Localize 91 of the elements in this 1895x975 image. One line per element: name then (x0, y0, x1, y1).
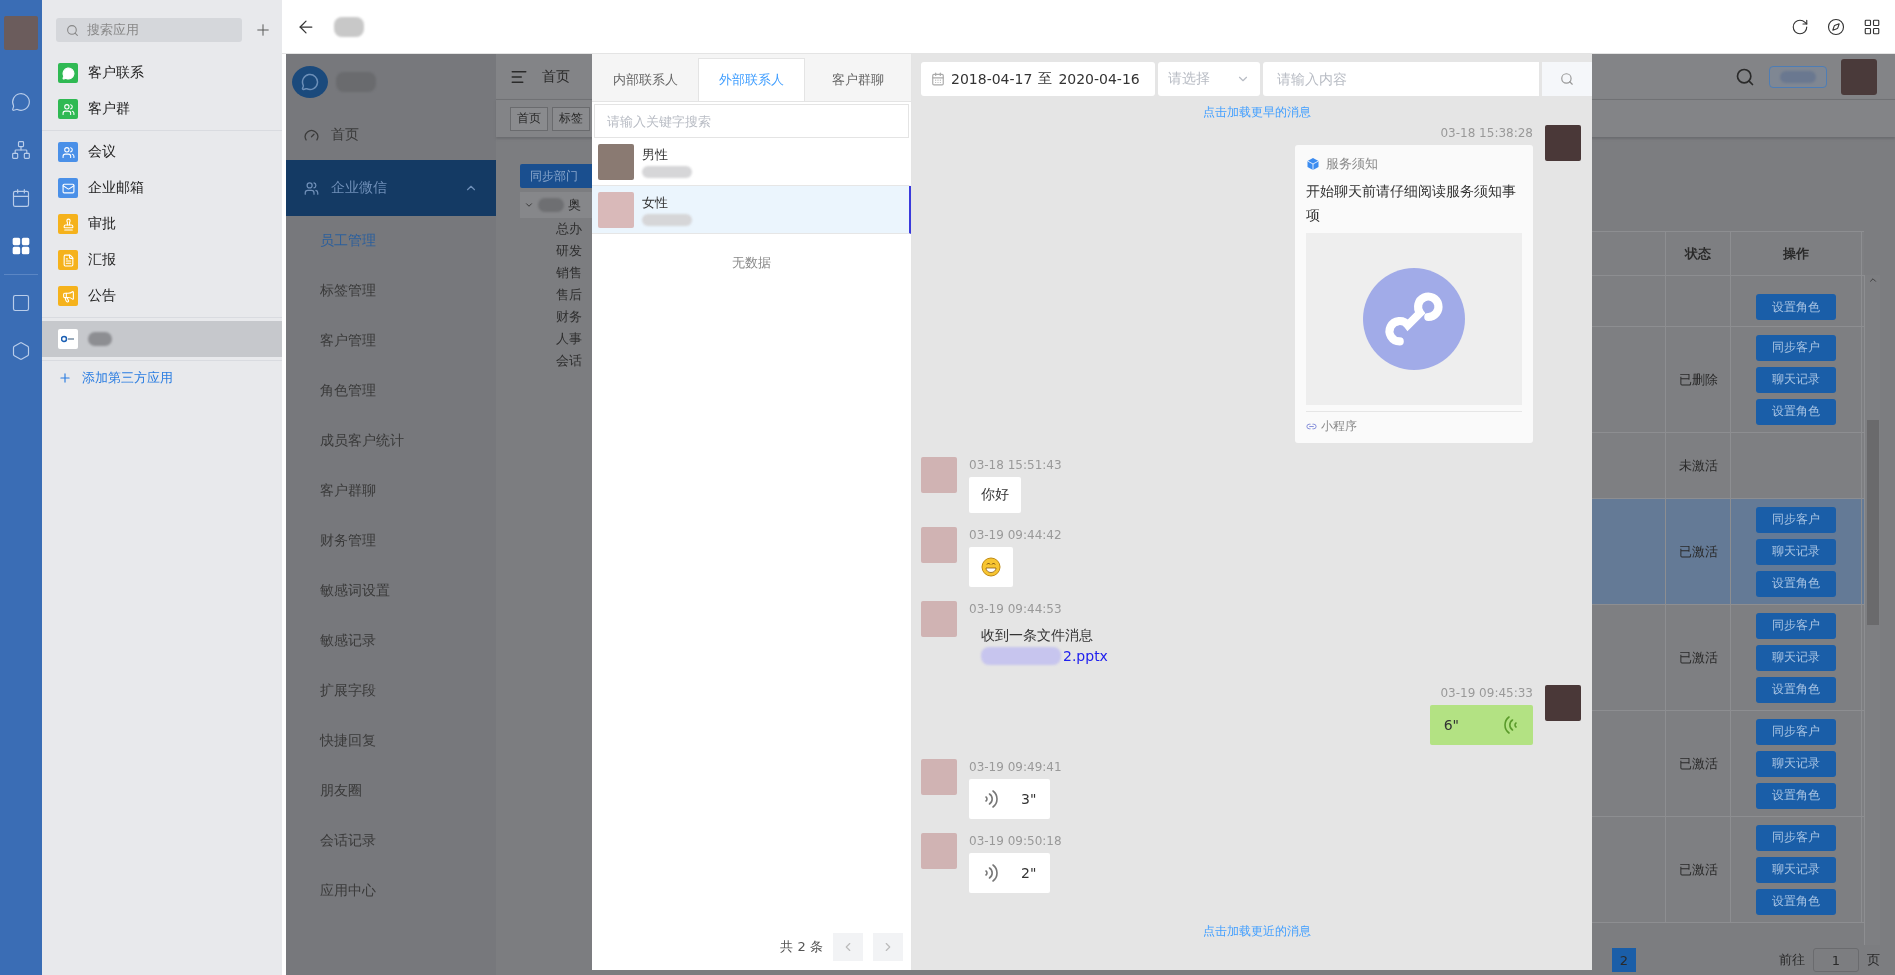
load-later-link[interactable]: 点击加载更近的消息 (1202, 923, 1311, 940)
page-input[interactable]: 1 (1813, 948, 1859, 972)
message-time: 03-19 09:49:41 (969, 759, 1062, 775)
action-button[interactable]: 同步客户 (1756, 334, 1836, 361)
card-title: 服务须知 (1326, 155, 1378, 173)
sidebar-item[interactable]: 会话记录 (286, 816, 496, 866)
status-cell: 已删除 (1666, 327, 1731, 432)
sync-button[interactable]: 同步部门 (520, 164, 592, 188)
status-cell: 已激活 (1666, 605, 1731, 710)
load-earlier-link[interactable]: 点击加载更早的消息 (1202, 104, 1311, 121)
input-field[interactable]: 请输入内容 (1263, 62, 1539, 96)
app-item[interactable]: 汇报 (42, 242, 282, 278)
search-field[interactable]: 搜索应用 (56, 18, 242, 42)
message-time: 03-18 15:51:43 (969, 457, 1062, 473)
sidebar-item[interactable]: 成员客户统计 (286, 416, 496, 466)
voice-message[interactable]: 6" (1429, 705, 1533, 745)
mini-program-card[interactable]: 服务须知 开始聊天前请仔细阅读服务须知事项 小程序 (1295, 145, 1533, 443)
breadcrumb: 首页 (542, 67, 570, 86)
tree-node[interactable]: 总办 (520, 218, 592, 240)
voice-message[interactable]: 3" (969, 779, 1051, 819)
action-button[interactable]: 聊天记录 (1756, 366, 1836, 393)
sidebar-item[interactable]: 扩展字段 (286, 666, 496, 716)
action-button[interactable]: 同步客户 (1756, 612, 1836, 639)
sidebar-item[interactable]: 客户群聊 (286, 466, 496, 516)
select-field[interactable]: 请选择 (1158, 62, 1260, 96)
sidebar-item[interactable]: 标签管理 (286, 266, 496, 316)
action-button[interactable]: 设置角色 (1756, 294, 1836, 320)
app-item[interactable]: 企业邮箱 (42, 170, 282, 206)
sidebar-item[interactable]: 企业微信 (286, 160, 496, 216)
app-item[interactable]: 会议 (42, 134, 282, 170)
tree-node[interactable]: 奥 (520, 192, 592, 218)
action-button[interactable]: 设置角色 (1756, 398, 1836, 425)
tree-node[interactable]: 会话 (520, 350, 592, 372)
status-cell: 已激活 (1666, 499, 1731, 604)
status-cell: 已激活 (1666, 711, 1731, 816)
page-tag[interactable]: 首页 (510, 106, 548, 131)
action-button[interactable]: 同步客户 (1756, 718, 1836, 745)
message-time: 03-18 15:38:28 (1440, 125, 1533, 141)
status-cell: 已激活 (1666, 817, 1731, 922)
action-button[interactable]: 聊天记录 (1756, 644, 1836, 671)
column-header: 状态 (1666, 232, 1731, 275)
card-footer-label: 小程序 (1321, 418, 1357, 435)
tab[interactable]: 外部联系人 (698, 58, 805, 101)
sidebar-item[interactable]: 首页 (286, 110, 496, 160)
sidebar-item[interactable]: 应用中心 (286, 866, 496, 916)
sidebar-item[interactable]: 敏感记录 (286, 616, 496, 666)
tree-node[interactable]: 售后 (520, 284, 592, 306)
message-time: 03-19 09:44:53 (969, 601, 1062, 617)
tab[interactable]: 内部联系人 (592, 58, 699, 101)
action-button[interactable]: 设置角色 (1756, 676, 1836, 703)
total-count: 共 2 条 (780, 938, 823, 956)
status-cell: 未激活 (1666, 433, 1731, 498)
tree-node[interactable]: 销售 (520, 262, 592, 284)
sidebar-item[interactable]: 角色管理 (286, 366, 496, 416)
search-field[interactable]: 请输入关键字搜索 (594, 104, 909, 138)
message-time: 03-19 09:44:42 (969, 527, 1062, 543)
action-button[interactable]: 聊天记录 (1756, 538, 1836, 565)
action-button[interactable]: 设置角色 (1756, 888, 1836, 915)
sidebar-item[interactable]: 财务管理 (286, 516, 496, 566)
voice-message[interactable]: 2" (969, 853, 1051, 893)
tree-node[interactable]: 人事 (520, 328, 592, 350)
app-item[interactable]: 公告 (42, 278, 282, 314)
date-range-field[interactable]: 2018-04-17 至 2020-04-16 (921, 62, 1155, 96)
app-item[interactable]: 客户群 (42, 91, 282, 127)
goto-label: 前往 (1779, 951, 1805, 969)
sidebar-item[interactable]: 朋友圈 (286, 766, 496, 816)
page-number[interactable]: 2 (1612, 948, 1636, 972)
action-button[interactable]: 设置角色 (1756, 570, 1836, 597)
sidebar-item[interactable]: 客户管理 (286, 316, 496, 366)
action-button[interactable]: 聊天记录 (1756, 856, 1836, 883)
tree-node[interactable]: 财务 (520, 306, 592, 328)
sidebar-item[interactable]: 敏感词设置 (286, 566, 496, 616)
card-text: 开始聊天前请仔细阅读服务须知事项 (1306, 182, 1517, 225)
message-time: 03-19 09:45:33 (1440, 685, 1533, 701)
action-button[interactable]: 同步客户 (1756, 506, 1836, 533)
page-suffix: 页 (1867, 951, 1880, 969)
file-message-text: 收到一条文件消息 (981, 627, 1094, 645)
action-button[interactable]: 聊天记录 (1756, 750, 1836, 777)
message-bubble: 你好 (969, 477, 1021, 513)
empty-text: 无数据 (731, 254, 772, 272)
contact-item[interactable]: 女性 (592, 186, 911, 234)
tree-node[interactable]: 研发 (520, 240, 592, 262)
tab[interactable]: 客户群聊 (804, 58, 911, 101)
column-header: 操作 (1731, 232, 1862, 275)
app-item[interactable]: 审批 (42, 206, 282, 242)
action-button[interactable]: 设置角色 (1756, 782, 1836, 809)
app-item[interactable]: 客户联系 (42, 55, 282, 91)
add-app-link[interactable]: 添加第三方应用 (42, 361, 282, 395)
action-button[interactable]: 同步客户 (1756, 824, 1836, 851)
message-time: 03-19 09:50:18 (969, 833, 1062, 849)
page-tag[interactable]: 标签 (552, 106, 590, 131)
